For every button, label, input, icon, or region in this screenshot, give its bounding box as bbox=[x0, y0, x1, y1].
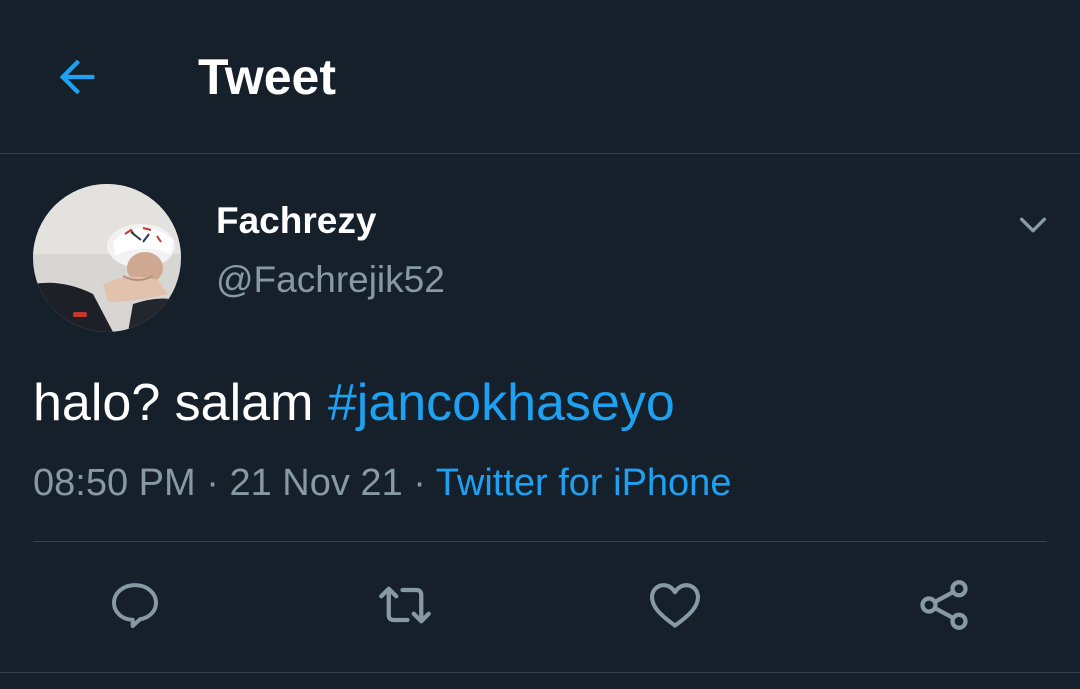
heart-icon bbox=[649, 583, 701, 628]
reply-button[interactable] bbox=[105, 575, 165, 635]
reply-icon bbox=[112, 583, 158, 628]
author-display-name[interactable]: Fachrezy bbox=[216, 198, 376, 244]
top-bar: Tweet bbox=[0, 0, 1080, 154]
retweet-button[interactable] bbox=[375, 575, 435, 635]
like-button[interactable] bbox=[645, 575, 705, 635]
tweet-meta: 08:50 PM · 21 Nov 21 · Twitter for iPhon… bbox=[33, 460, 731, 506]
tweet-text: halo? salam #jancokhaseyo bbox=[33, 370, 675, 436]
tweet-time: 08:50 PM bbox=[33, 462, 196, 504]
meta-separator: · bbox=[195, 462, 230, 504]
arrow-left-icon bbox=[59, 59, 95, 95]
tweet-date: 21 Nov 21 bbox=[229, 462, 403, 504]
divider bbox=[33, 541, 1047, 542]
divider bbox=[0, 672, 1080, 673]
retweet-icon bbox=[379, 586, 431, 624]
author-handle[interactable]: @Fachrejik52 bbox=[216, 257, 445, 303]
meta-separator: · bbox=[402, 462, 436, 504]
avatar-image bbox=[33, 184, 181, 332]
page-title: Tweet bbox=[198, 49, 336, 105]
tweet-menu-button[interactable] bbox=[1008, 200, 1058, 250]
share-icon bbox=[920, 580, 968, 630]
avatar[interactable] bbox=[33, 184, 181, 332]
chevron-down-icon bbox=[1019, 217, 1047, 233]
tweet-source-link[interactable]: Twitter for iPhone bbox=[436, 462, 732, 504]
share-button[interactable] bbox=[914, 575, 974, 635]
back-button[interactable] bbox=[44, 46, 110, 108]
hashtag-link[interactable]: #jancokhaseyo bbox=[328, 374, 675, 432]
tweet-body: halo? salam bbox=[33, 374, 328, 432]
